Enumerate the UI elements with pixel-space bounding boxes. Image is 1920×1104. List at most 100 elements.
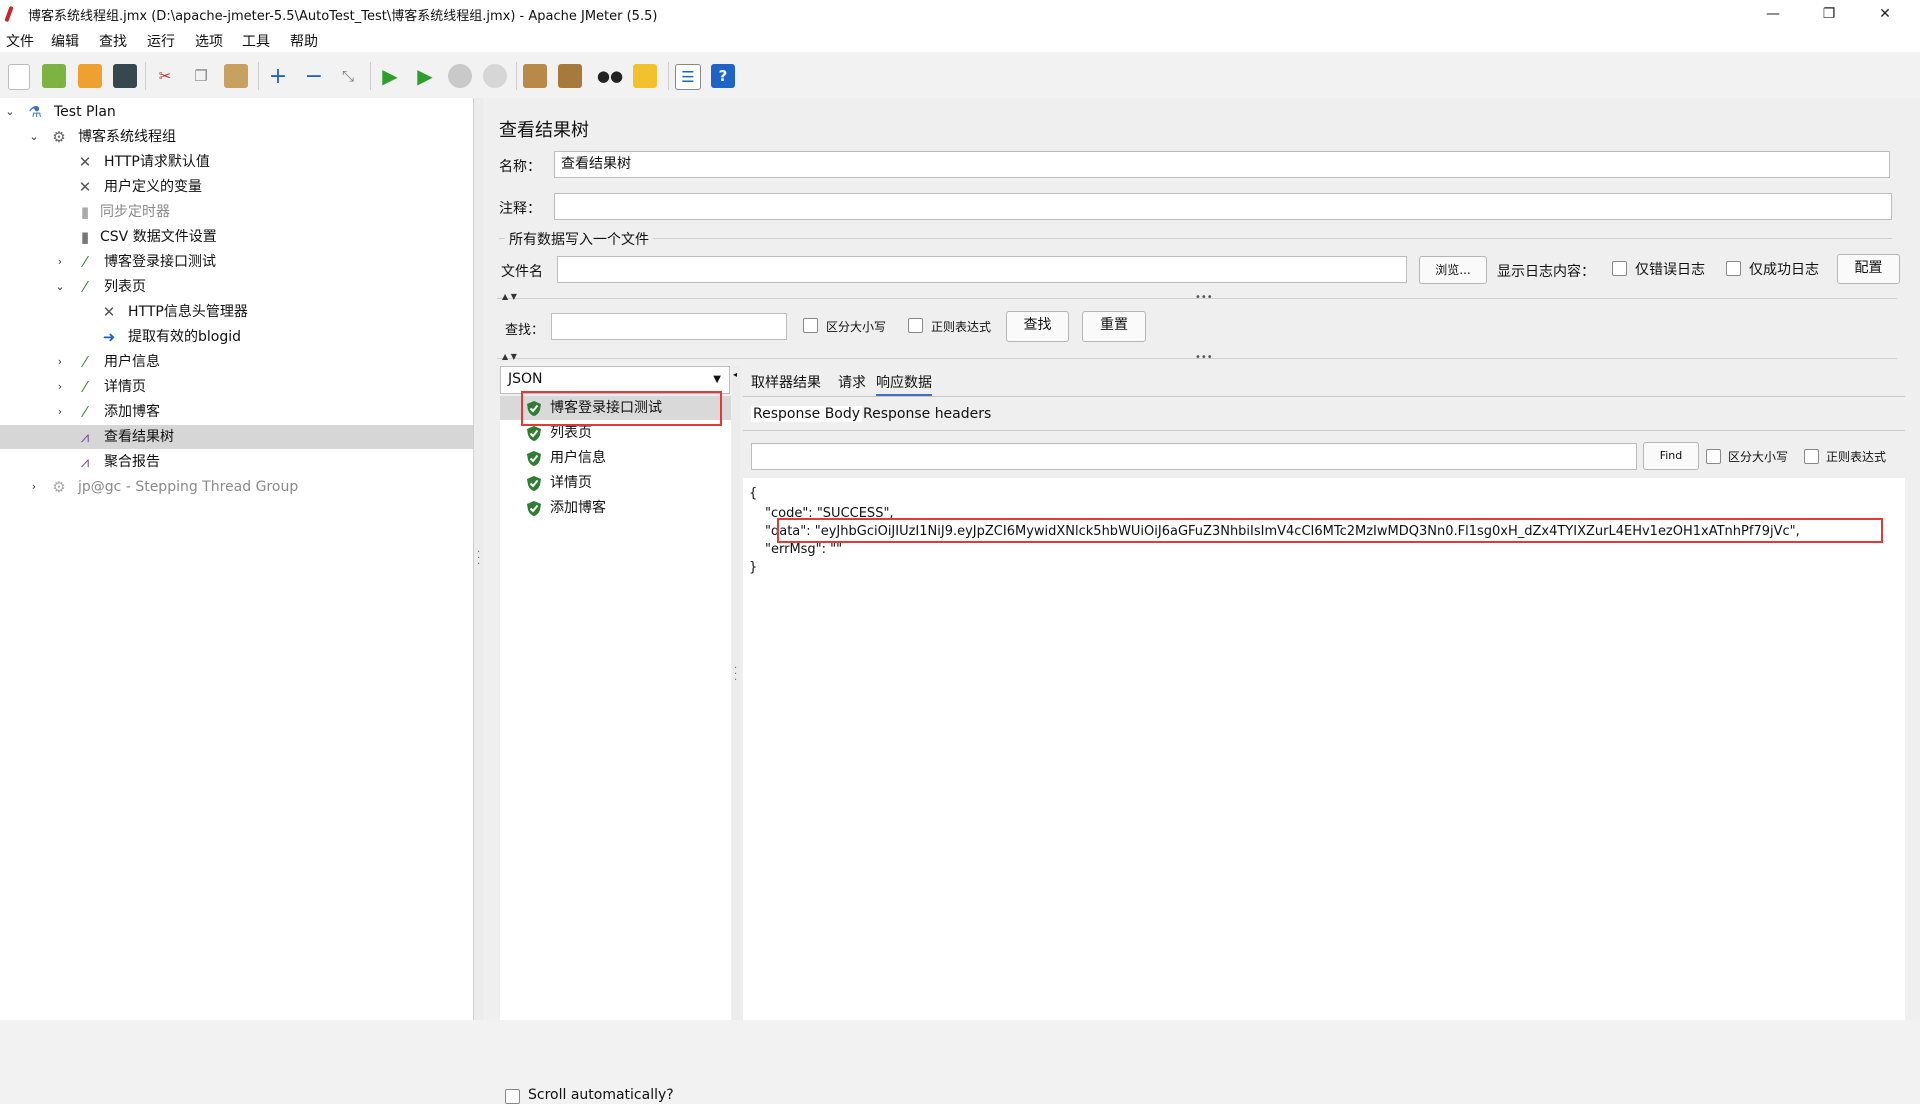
subtab-response-headers[interactable]: Response headers	[863, 406, 991, 422]
drag-handle-icon[interactable]: •••	[1195, 292, 1213, 303]
save-icon[interactable]	[113, 64, 137, 88]
find-button[interactable]: Find	[1643, 442, 1699, 470]
title-bar: 博客系统线程组.jmx (D:\apache-jmeter-5.5\AutoTe…	[0, 0, 1920, 28]
tree-node-sync-timer[interactable]: ▮ 同步定时器	[0, 200, 473, 224]
success-shield-icon	[527, 451, 541, 466]
filename-label: 文件名	[501, 264, 543, 280]
toggle-icon[interactable]: ⤡	[336, 64, 360, 88]
collapse-arrows-icon-2[interactable]: ▲ ▼	[502, 352, 517, 361]
sample-results-list: 博客登录接口测试 列表页 用户信息 详情页 添加博客 Scroll automa…	[500, 396, 731, 1104]
menu-bar: 文件 编辑 查找 运行 选项 工具 帮助	[0, 28, 1920, 52]
tree-node-add-blog[interactable]: › ⁄ 添加博客	[0, 400, 473, 424]
stop-icon[interactable]	[448, 64, 472, 88]
tree-node-user-info[interactable]: › ⁄ 用户信息	[0, 350, 473, 374]
find-field[interactable]	[751, 443, 1637, 470]
reset-button[interactable]: 重置	[1082, 311, 1146, 342]
errors-only-label: 仅错误日志	[1635, 262, 1705, 278]
tree-node-stepping-thread-group[interactable]: › ⚙ jp@gc - Stepping Thread Group	[0, 475, 473, 499]
cut-icon[interactable]: ✂	[153, 64, 177, 88]
tree-node-thread-group[interactable]: ⌄ ⚙ 博客系统线程组	[0, 125, 473, 149]
search-button[interactable]: 查找	[1006, 311, 1069, 342]
filename-field[interactable]	[557, 256, 1407, 283]
results-splitter[interactable]: ◂ · · ·	[732, 366, 740, 1020]
copy-icon[interactable]: ❐	[189, 64, 213, 88]
gear-icon: ⚙	[52, 478, 66, 496]
templates-icon[interactable]	[42, 64, 66, 88]
tree-node-list-page[interactable]: ⌄ ⁄ 列表页	[0, 275, 473, 299]
graph-icon: ⩘	[80, 428, 90, 446]
open-icon[interactable]	[78, 64, 102, 88]
sample-item[interactable]: 详情页	[500, 471, 731, 495]
find-regex-checkbox[interactable]	[1804, 449, 1819, 464]
case-sensitive-label: 区分大小写	[826, 320, 887, 334]
log-display-label: 显示日志内容：	[1497, 264, 1595, 280]
binoculars-icon[interactable]: ●●	[597, 64, 623, 88]
tab-response-data[interactable]: 响应数据	[876, 372, 932, 396]
expand-icon[interactable]: +	[266, 64, 290, 89]
menu-run[interactable]: 运行	[147, 31, 175, 51]
response-body[interactable]: { "code": "SUCCESS", "data": "eyJhbGciOi…	[743, 478, 1905, 1020]
tree-node-view-results-tree[interactable]: ⩘ 查看结果树	[0, 425, 473, 449]
collapse-arrows-icon[interactable]: ▲ ▼	[502, 292, 517, 301]
start-no-pause-icon[interactable]: ▶	[413, 64, 437, 88]
menu-options[interactable]: 选项	[195, 31, 223, 51]
flask-icon: ⚗	[28, 103, 42, 121]
sample-item[interactable]: 添加博客	[500, 496, 731, 520]
broom-icon[interactable]	[633, 64, 657, 88]
tree-node-aggregate-report[interactable]: ⩘ 聚合报告	[0, 450, 473, 474]
start-icon[interactable]: ▶	[378, 64, 402, 88]
browse-button[interactable]: 浏览...	[1419, 256, 1487, 284]
tree-node-header-manager[interactable]: ✕ HTTP信息头管理器	[0, 300, 473, 324]
case-sensitive-checkbox[interactable]	[803, 318, 818, 333]
renderer-select[interactable]: JSON ▼	[500, 366, 730, 394]
tab-request[interactable]: 请求	[838, 372, 866, 392]
comment-field[interactable]	[554, 193, 1892, 220]
tree-splitter[interactable]: · · ·	[474, 98, 484, 1020]
name-label: 名称：	[499, 159, 541, 175]
menu-search[interactable]: 查找	[99, 31, 127, 51]
tree-node-extract-blogid[interactable]: ➜ 提取有效的blogid	[0, 325, 473, 349]
function-helper-icon[interactable]: ☰	[675, 64, 701, 90]
response-panel: 取样器结果 请求 响应数据 Response Body Response hea…	[743, 366, 1905, 1020]
tree-node-http-defaults[interactable]: ✕ HTTP请求默认值	[0, 150, 473, 174]
pipette-icon: ⁄	[83, 353, 87, 371]
test-plan-tree: ⌄ ⚗ Test Plan ⌄ ⚙ 博客系统线程组 ✕ HTTP请求默认值 ✕ …	[0, 98, 474, 1020]
new-icon[interactable]	[8, 64, 30, 90]
tree-node-detail-page[interactable]: › ⁄ 详情页	[0, 375, 473, 399]
wrench-icon: ✕	[78, 153, 92, 171]
scroll-auto-checkbox[interactable]	[505, 1089, 520, 1104]
clear-icon[interactable]	[523, 64, 547, 88]
tree-node-login-test[interactable]: › ⁄ 博客登录接口测试	[0, 250, 473, 274]
menu-edit[interactable]: 编辑	[51, 31, 79, 51]
clear-all-icon[interactable]	[558, 64, 582, 88]
errors-only-checkbox[interactable]	[1612, 261, 1627, 276]
success-only-checkbox[interactable]	[1726, 261, 1741, 276]
find-case-checkbox[interactable]	[1706, 449, 1721, 464]
config-button[interactable]: 配置	[1837, 254, 1900, 284]
tree-node-csv-config[interactable]: ▮ CSV 数据文件设置	[0, 225, 473, 249]
sample-item[interactable]: 用户信息	[500, 446, 731, 470]
tab-sampler-result[interactable]: 取样器结果	[751, 372, 821, 392]
menu-file[interactable]: 文件	[6, 31, 34, 51]
name-field[interactable]: 查看结果树	[554, 151, 1890, 178]
pipette-icon: ⁄	[83, 278, 87, 296]
drag-handle-icon-2[interactable]: •••	[1195, 352, 1213, 363]
paste-icon[interactable]	[224, 64, 248, 88]
help-icon[interactable]: ?	[711, 64, 735, 88]
subtab-response-body[interactable]: Response Body	[751, 406, 863, 422]
regex-label: 正则表达式	[931, 320, 992, 334]
gear-icon: ⚙	[52, 128, 66, 146]
tree-node-test-plan[interactable]: ⌄ ⚗ Test Plan	[0, 100, 473, 124]
tree-node-user-variables[interactable]: ✕ 用户定义的变量	[0, 175, 473, 199]
collapse-icon[interactable]: −	[302, 64, 326, 89]
maximize-button[interactable]: ❐	[1806, 0, 1852, 28]
menu-tools[interactable]: 工具	[242, 31, 270, 51]
minimize-button[interactable]: —	[1750, 0, 1796, 28]
comment-label: 注释：	[499, 201, 541, 217]
regex-checkbox[interactable]	[908, 318, 923, 333]
close-button[interactable]: ✕	[1862, 0, 1908, 28]
success-only-label: 仅成功日志	[1749, 262, 1819, 278]
menu-help[interactable]: 帮助	[290, 31, 318, 51]
shutdown-icon[interactable]	[483, 64, 507, 88]
search-field[interactable]	[551, 313, 787, 340]
